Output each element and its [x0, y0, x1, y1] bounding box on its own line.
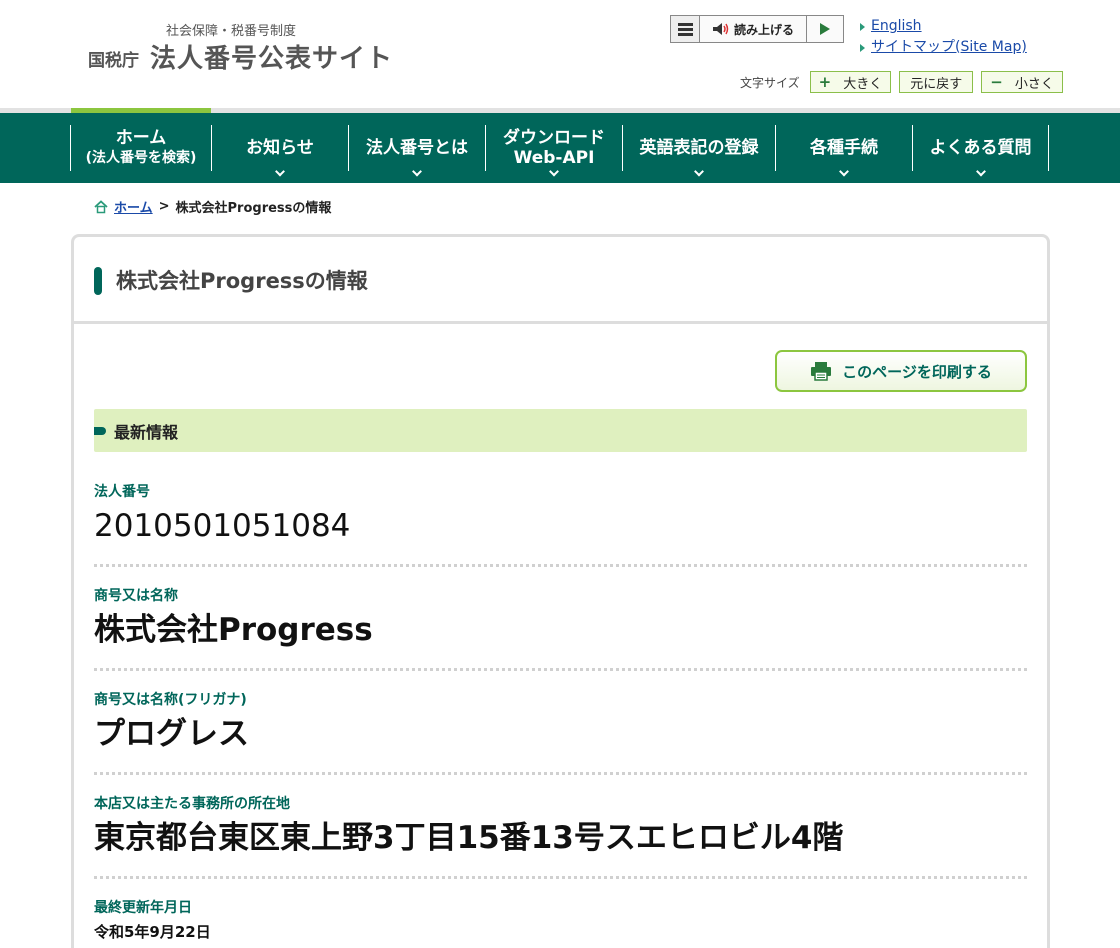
- nav-label: 英語表記の登録: [639, 138, 759, 158]
- breadcrumb-home-link[interactable]: ホーム: [114, 197, 153, 216]
- logo-subtitle: 社会保障・税番号制度: [166, 24, 297, 39]
- global-nav: ホーム (法人番号を検索) お知らせ 法人番号とは ダウンロード Web-API…: [0, 113, 1120, 183]
- font-size-label: 文字サイズ: [740, 75, 800, 90]
- logo-agency: 国税庁: [88, 51, 139, 71]
- font-size-controls: 文字サイズ + 大きく 元に戻す − 小さく: [740, 71, 1063, 93]
- english-link[interactable]: English: [858, 16, 1027, 37]
- field-corporate-number: 法人番号 2010501051084: [94, 483, 1027, 545]
- company-name-value: 株式会社Progress: [94, 612, 373, 648]
- font-larger-label: 大きく: [843, 76, 883, 92]
- nav-news[interactable]: お知らせ: [211, 125, 348, 177]
- font-reset-label: 元に戻す: [910, 76, 963, 92]
- breadcrumb-separator: >: [158, 199, 170, 214]
- read-aloud-toolbar: 読み上げる: [670, 15, 844, 43]
- nav-label: よくある質問: [929, 138, 1032, 158]
- font-larger-button[interactable]: + 大きく: [809, 71, 892, 93]
- field-label: 商号又は名称: [94, 588, 178, 604]
- corporate-number-value: 2010501051084: [94, 508, 351, 544]
- read-aloud-label: 読み上げる: [733, 22, 794, 37]
- field-label: 商号又は名称(フリガナ): [94, 692, 247, 708]
- header-links: English サイトマップ(Site Map): [858, 16, 1027, 58]
- read-aloud-menu-button[interactable]: [671, 16, 700, 42]
- play-button[interactable]: [807, 16, 843, 42]
- print-label: このページを印刷する: [842, 362, 992, 381]
- company-info-card: 株式会社Progressの情報 このページを印刷する 最新情報 法人番号 201…: [71, 234, 1050, 948]
- font-smaller-button[interactable]: − 小さく: [981, 71, 1063, 93]
- nav-sublabel: (法人番号を検索): [85, 150, 197, 166]
- nav-sublabel: Web-API: [513, 148, 595, 168]
- section-title: 最新情報: [114, 422, 179, 442]
- field-label: 本店又は主たる事務所の所在地: [94, 796, 290, 812]
- play-icon: [820, 23, 830, 35]
- chevron-down-icon: [975, 166, 986, 177]
- menu-icon-bar: [677, 32, 693, 36]
- field-furigana: 商号又は名称(フリガナ) プログレス: [94, 691, 1027, 753]
- print-button[interactable]: このページを印刷する: [775, 350, 1027, 392]
- minus-icon: −: [990, 73, 1003, 91]
- field-address: 本店又は主たる事務所の所在地 東京都台東区東上野3丁目15番13号スエヒロビル4…: [94, 795, 1027, 857]
- chevron-down-icon: [412, 166, 422, 177]
- page-title: 株式会社Progressの情報: [116, 269, 368, 293]
- field-divider: [94, 876, 1027, 879]
- furigana-value: プログレス: [94, 716, 249, 752]
- breadcrumb: ホーム > 株式会社Progressの情報: [94, 197, 331, 216]
- field-label: 最終更新年月日: [94, 900, 192, 916]
- section-marker: [94, 426, 106, 435]
- font-reset-button[interactable]: 元に戻す: [899, 71, 974, 93]
- plus-icon: +: [818, 73, 832, 91]
- nav-faq[interactable]: よくある質問: [912, 125, 1049, 177]
- card-header: 株式会社Progressの情報: [74, 237, 1047, 324]
- logo-title: 法人番号公表サイト: [150, 44, 394, 74]
- site-header: 社会保障・税番号制度 国税庁 法人番号公表サイト 読み上げる English サ…: [0, 0, 1120, 108]
- field-divider: [94, 772, 1027, 775]
- speaker-icon: [712, 23, 729, 35]
- read-aloud-button[interactable]: 読み上げる: [700, 16, 807, 42]
- menu-icon: [677, 22, 693, 26]
- nav-label: お知らせ: [246, 138, 314, 158]
- nav-label: 法人番号とは: [366, 138, 468, 158]
- title-marker: [94, 267, 102, 295]
- chevron-down-icon: [275, 166, 285, 177]
- last-updated-value: 令和5年9月22日: [94, 923, 211, 941]
- section-header: 最新情報: [94, 409, 1027, 452]
- chevron-down-icon: [549, 166, 559, 177]
- field-last-updated: 最終更新年月日 令和5年9月22日: [94, 899, 1027, 942]
- nav-label: 各種手続: [810, 138, 878, 158]
- field-label: 法人番号: [94, 484, 150, 500]
- printer-icon: [811, 362, 832, 381]
- sitemap-link[interactable]: サイトマップ(Site Map): [858, 37, 1027, 58]
- field-divider: [94, 564, 1027, 567]
- nav-home[interactable]: ホーム (法人番号を検索): [70, 125, 211, 171]
- chevron-down-icon: [839, 166, 849, 177]
- chevron-down-icon: [694, 166, 704, 177]
- nav-about[interactable]: 法人番号とは: [348, 125, 485, 177]
- address-value: 東京都台東区東上野3丁目15番13号スエヒロビル4階: [94, 820, 844, 856]
- nav-label: ホーム: [115, 128, 167, 148]
- font-smaller-label: 小さく: [1014, 76, 1054, 92]
- field-divider: [94, 668, 1027, 671]
- menu-icon-bar: [677, 27, 693, 31]
- breadcrumb-current: 株式会社Progressの情報: [175, 201, 332, 216]
- nav-english-registration[interactable]: 英語表記の登録: [622, 125, 775, 177]
- home-icon: [94, 199, 108, 213]
- field-company-name: 商号又は名称 株式会社Progress: [94, 587, 1027, 649]
- nav-procedures[interactable]: 各種手続: [775, 125, 912, 177]
- nav-label: ダウンロード: [503, 128, 605, 148]
- nav-download[interactable]: ダウンロード Web-API: [485, 125, 622, 177]
